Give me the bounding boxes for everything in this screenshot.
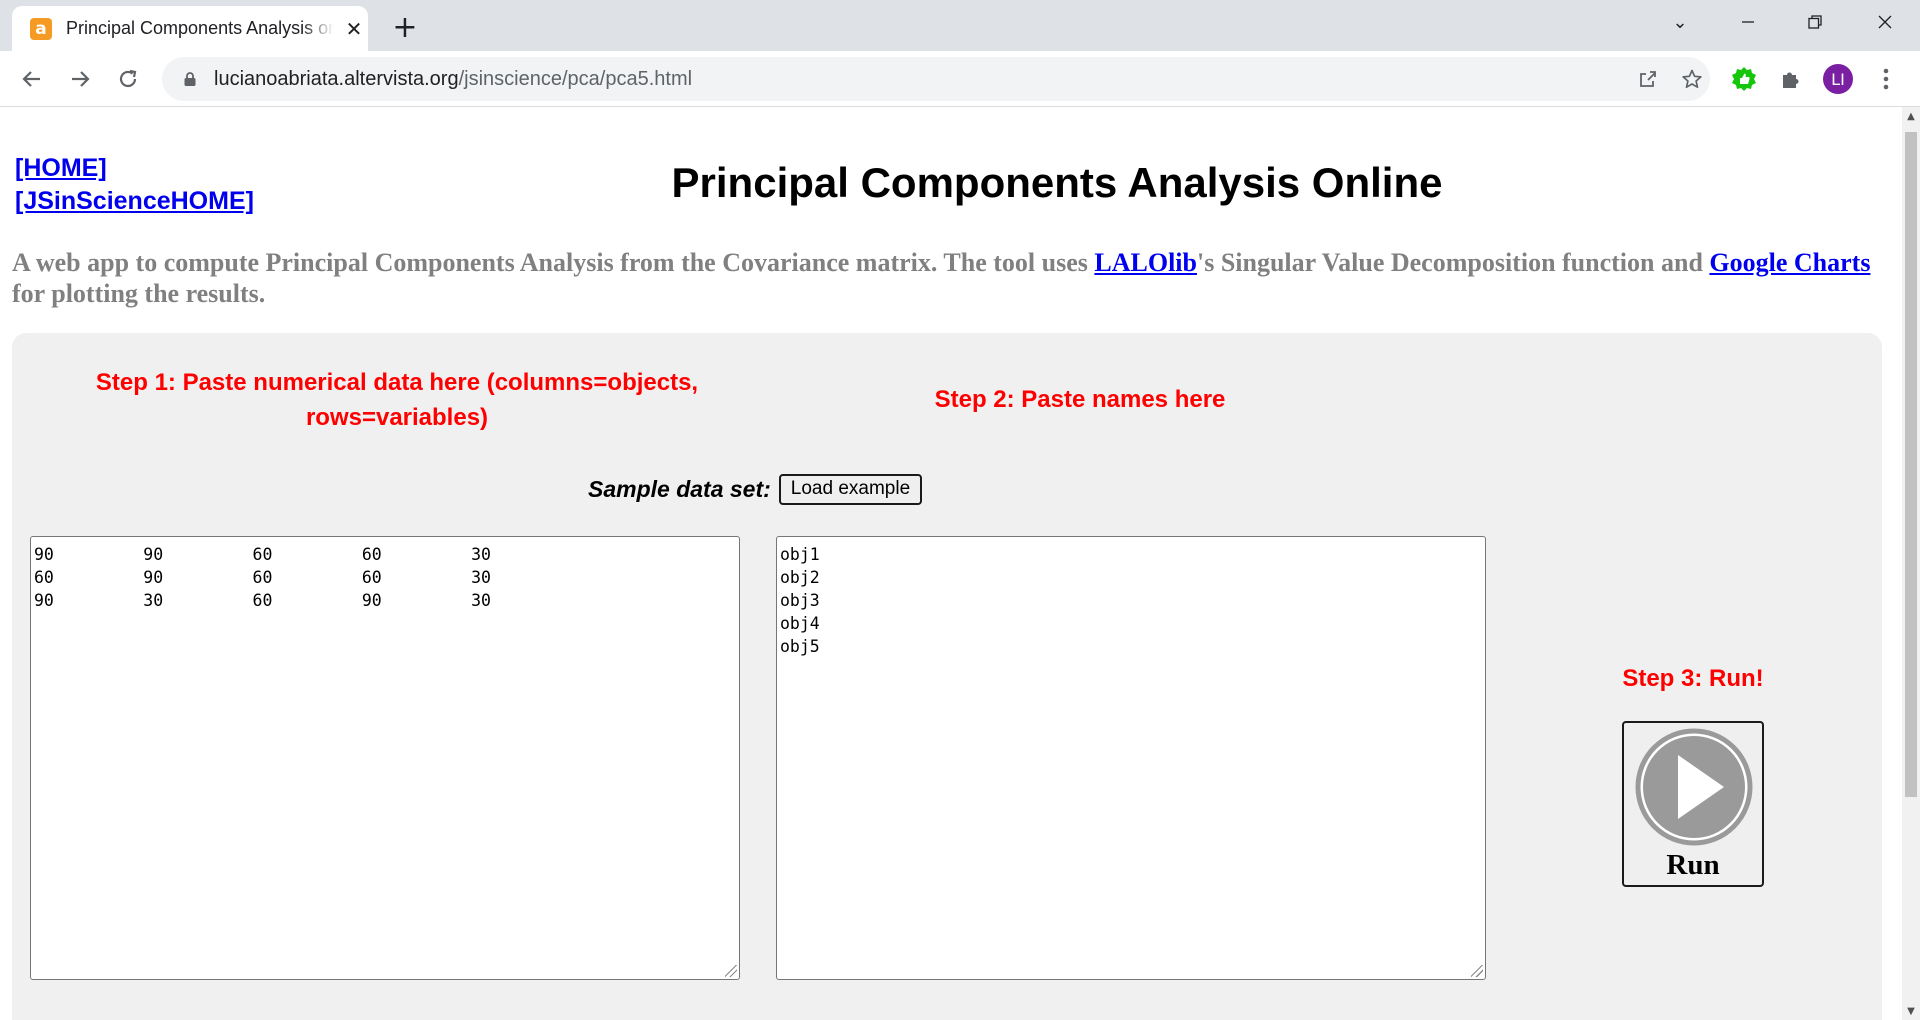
page-title: Principal Components Analysis Online: [671, 159, 1443, 206]
intro-text-part: 's Singular Value Decomposition function…: [1196, 248, 1710, 277]
run-button[interactable]: Run: [1622, 721, 1764, 887]
numerical-data-textarea[interactable]: 90 90 60 60 30 60 90 60 60 30 90 30 60 9…: [30, 536, 740, 980]
scroll-down-arrow-icon[interactable]: ▼: [1902, 1002, 1920, 1020]
thumbs-up-extension-icon[interactable]: [1728, 63, 1760, 95]
restore-button[interactable]: [1790, 4, 1840, 40]
resize-grip-icon[interactable]: [1471, 965, 1483, 977]
sample-data-row: Sample data set: Load example: [588, 473, 923, 505]
forward-button[interactable]: [62, 61, 98, 97]
browser-toolbar: lucianoabriata.altervista.org/jsinscienc…: [0, 51, 1920, 107]
browser-tab-active[interactable]: a Principal Components Analysis online ✕: [12, 6, 368, 51]
run-label: Run: [1666, 849, 1720, 881]
minimize-button[interactable]: [1723, 4, 1773, 40]
vertical-scrollbar[interactable]: ▲ ▼: [1902, 107, 1920, 1020]
names-textarea[interactable]: obj1 obj2 obj3 obj4 obj5: [776, 536, 1486, 980]
window-close-button[interactable]: [1860, 4, 1910, 40]
play-circle-icon: [1635, 728, 1753, 846]
star-icon[interactable]: [1678, 65, 1706, 93]
kebab-menu-icon[interactable]: [1870, 63, 1902, 95]
address-bar[interactable]: lucianoabriata.altervista.org/jsinscienc…: [162, 57, 1710, 101]
new-tab-button[interactable]: +: [388, 10, 422, 45]
intro-text-part: for plotting the results.: [12, 279, 266, 308]
load-example-button[interactable]: Load example: [778, 473, 923, 505]
step1-label: Step 1: Paste numerical data here (colum…: [95, 369, 699, 431]
page-viewport: [HOME] [JSinScienceHOME] Principal Compo…: [0, 107, 1902, 1020]
sample-data-label: Sample data set:: [588, 475, 771, 502]
browser-tab-bar: a Principal Components Analysis online ✕…: [0, 0, 1920, 51]
numerical-data-text: 90 90 60 60 30 60 90 60 60 30 90 30 60 9…: [34, 545, 491, 610]
back-button[interactable]: [14, 61, 50, 97]
names-text: obj1 obj2 obj3 obj4 obj5: [780, 545, 820, 656]
puzzle-icon[interactable]: [1775, 63, 1807, 95]
lock-icon[interactable]: [182, 71, 198, 87]
resize-grip-icon[interactable]: [725, 965, 737, 977]
scroll-thumb[interactable]: [1905, 132, 1917, 797]
step2-label: Step 2: Paste names here: [934, 386, 1226, 413]
intro-text-part: A web app to compute Principal Component…: [12, 248, 1095, 277]
pca-input-panel: Step 1: Paste numerical data here (colum…: [12, 333, 1882, 1020]
google-charts-link[interactable]: Google Charts: [1709, 248, 1870, 277]
lalolib-link[interactable]: LALOlib: [1094, 248, 1197, 277]
profile-initials: LI: [1823, 64, 1853, 94]
step3-label: Step 3: Run!: [1622, 665, 1764, 692]
tab-search-chevron-icon[interactable]: ⌄: [1655, 4, 1705, 40]
url-text[interactable]: lucianoabriata.altervista.org/jsinscienc…: [214, 68, 692, 91]
intro-text: A web app to compute Principal Component…: [12, 247, 1892, 309]
share-icon[interactable]: [1634, 65, 1662, 93]
altervista-icon: a: [30, 17, 52, 40]
reload-button[interactable]: [110, 61, 146, 97]
tab-title: Principal Components Analysis online: [66, 18, 334, 38]
scroll-up-arrow-icon[interactable]: ▲: [1902, 107, 1920, 125]
avatar[interactable]: LI: [1822, 63, 1854, 95]
close-icon[interactable]: ✕: [342, 17, 366, 41]
